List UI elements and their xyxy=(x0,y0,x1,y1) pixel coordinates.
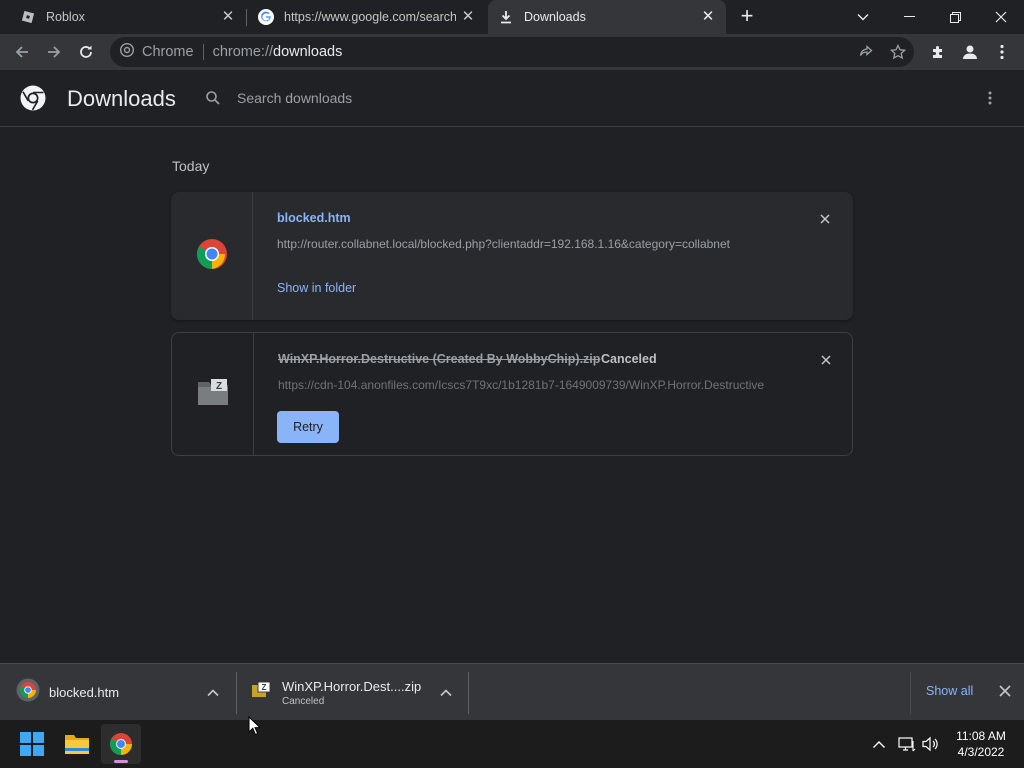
chrome-icon xyxy=(196,238,228,275)
chrome-logo-icon xyxy=(20,85,46,111)
downloads-header: Downloads xyxy=(0,70,1024,127)
chrome-icon xyxy=(119,42,135,61)
close-window-button[interactable] xyxy=(978,0,1024,34)
file-icon-column: Z xyxy=(172,333,254,455)
minimize-button[interactable] xyxy=(886,0,932,34)
svg-text:Z: Z xyxy=(262,683,267,692)
download-icon xyxy=(498,9,514,25)
svg-text:Z: Z xyxy=(215,381,221,392)
tab-roblox[interactable]: Roblox ✕ xyxy=(8,0,246,34)
site-chip[interactable]: Chrome xyxy=(110,42,194,61)
page-title: Downloads xyxy=(67,86,176,111)
tab-google-search[interactable]: https://www.google.com/search? ✕ xyxy=(248,0,486,34)
tab-title: Downloads xyxy=(524,10,586,24)
tab-close-icon[interactable]: ✕ xyxy=(220,9,236,25)
chrome-menu-icon[interactable] xyxy=(988,38,1016,66)
back-button[interactable] xyxy=(8,38,36,66)
show-in-folder-link[interactable]: Show in folder xyxy=(277,281,356,295)
download-item: blocked.htm http://router.collabnet.loca… xyxy=(171,192,853,320)
more-actions-icon[interactable] xyxy=(980,88,1000,108)
volume-icon[interactable] xyxy=(921,734,941,754)
start-windows-icon[interactable] xyxy=(12,724,52,764)
google-icon xyxy=(258,9,274,25)
tab-downloads[interactable]: Downloads ✕ xyxy=(488,0,726,34)
omnibox-divider xyxy=(202,44,204,60)
shelf-item-status: Canceled xyxy=(282,695,325,707)
tab-title: Roblox xyxy=(46,10,85,24)
file-explorer-icon[interactable] xyxy=(57,724,97,764)
shelf-item-text: WinXP.Horror.Dest....zip Canceled xyxy=(282,679,421,707)
search-input[interactable] xyxy=(237,90,837,106)
windows-taskbar: 11:08 AM 4/3/2022 xyxy=(0,720,1024,768)
date-header: Today xyxy=(172,158,210,174)
download-filename: WinXP.Horror.Destructive (Created By Wob… xyxy=(278,352,601,366)
file-icon-column xyxy=(171,192,253,320)
chevron-up-icon[interactable] xyxy=(206,686,220,700)
tab-divider xyxy=(246,9,247,26)
clock-date: 4/3/2022 xyxy=(957,745,1005,759)
download-url[interactable]: http://router.collabnet.local/blocked.ph… xyxy=(277,237,777,251)
chrome-icon xyxy=(16,678,40,707)
roblox-icon xyxy=(20,9,36,25)
download-shelf: blocked.htm Z WinXP.Horror.Dest....zip C… xyxy=(0,663,1024,720)
tab-title: https://www.google.com/search? xyxy=(284,10,456,24)
system-clock[interactable]: 11:08 AM 4/3/2022 xyxy=(950,728,1012,760)
network-icon[interactable] xyxy=(897,734,917,754)
zip-file-icon: Z xyxy=(252,681,271,703)
download-item: Z WinXP.Horror.Destructive (Created By W… xyxy=(171,332,853,456)
restore-button[interactable] xyxy=(932,0,978,34)
remove-item-close-icon[interactable] xyxy=(816,210,834,228)
tab-close-icon[interactable]: ✕ xyxy=(460,9,476,25)
forward-button[interactable] xyxy=(40,38,68,66)
shelf-item[interactable]: Z WinXP.Horror.Dest....zip Canceled xyxy=(252,664,432,721)
shelf-divider xyxy=(468,672,469,714)
search-downloads-box[interactable] xyxy=(193,80,869,116)
browser-toolbar: Chrome chrome://downloads xyxy=(0,34,1024,70)
tray-chevron-up-icon[interactable] xyxy=(869,734,889,754)
profile-avatar-icon[interactable] xyxy=(956,38,984,66)
url-host: downloads xyxy=(273,44,343,60)
zip-file-icon: Z xyxy=(197,378,229,411)
address-bar[interactable]: Chrome chrome://downloads xyxy=(110,37,914,67)
shelf-divider xyxy=(910,672,911,714)
site-chip-label: Chrome xyxy=(142,44,194,60)
share-icon[interactable] xyxy=(857,43,875,61)
chrome-taskbar-icon[interactable] xyxy=(101,724,141,764)
bookmark-star-icon[interactable] xyxy=(889,43,907,61)
url-scheme: chrome:// xyxy=(212,44,274,60)
tab-strip: Roblox ✕ https://www.google.com/search? … xyxy=(0,0,1024,34)
extensions-puzzle-icon[interactable] xyxy=(924,38,952,66)
active-app-indicator xyxy=(114,760,128,763)
show-all-link[interactable]: Show all xyxy=(926,684,973,698)
download-url[interactable]: https://cdn-104.anonfiles.com/Icscs7T9xc… xyxy=(278,378,778,392)
new-tab-button[interactable]: + xyxy=(736,5,758,28)
tab-close-icon[interactable]: ✕ xyxy=(700,9,716,25)
shelf-divider xyxy=(236,672,237,714)
tab-search-chevron-icon[interactable] xyxy=(840,0,886,34)
download-status: Canceled xyxy=(601,352,657,366)
shelf-item-name: blocked.htm xyxy=(49,685,120,700)
shelf-item[interactable]: blocked.htm xyxy=(16,664,222,721)
search-icon xyxy=(205,90,221,106)
close-shelf-icon[interactable] xyxy=(998,684,1014,700)
clock-time: 11:08 AM xyxy=(956,729,1006,743)
chevron-up-icon[interactable] xyxy=(439,686,453,700)
remove-item-close-icon[interactable] xyxy=(817,351,835,369)
download-filename-link[interactable]: blocked.htm xyxy=(277,211,351,225)
shelf-item-name: WinXP.Horror.Dest....zip xyxy=(282,678,422,694)
retry-button[interactable]: Retry xyxy=(277,411,339,443)
mouse-cursor-icon xyxy=(248,715,262,736)
reload-button[interactable] xyxy=(72,38,100,66)
